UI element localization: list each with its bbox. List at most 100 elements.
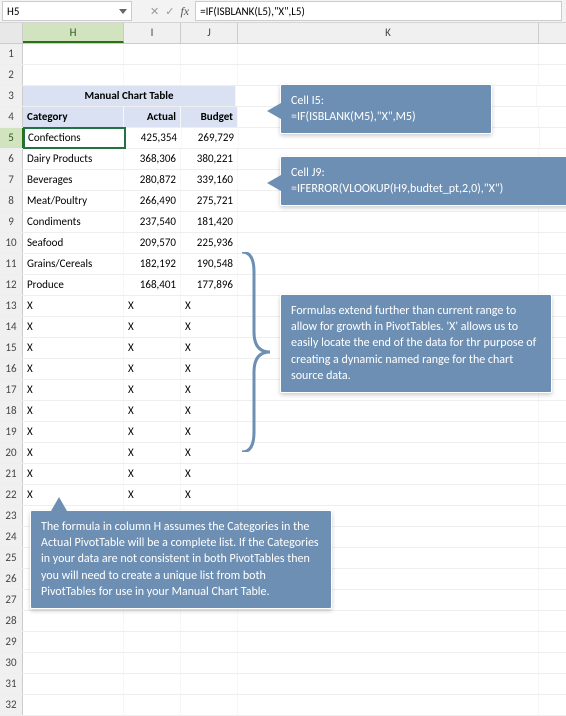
cell[interactable] [181, 674, 238, 694]
cell[interactable]: X [124, 296, 181, 316]
cell[interactable] [238, 632, 539, 652]
cell[interactable] [124, 674, 181, 694]
cell[interactable]: 168,401 [124, 275, 181, 295]
cell[interactable]: X [23, 338, 124, 358]
table-row[interactable]: 29 [0, 632, 566, 653]
cell[interactable] [124, 632, 181, 652]
cell[interactable]: 181,420 [181, 212, 238, 232]
row-header[interactable]: 5 [0, 128, 24, 148]
cancel-icon[interactable]: ✕ [150, 5, 159, 18]
cell[interactable]: X [181, 296, 238, 316]
row-header[interactable]: 24 [0, 527, 23, 547]
cell[interactable] [238, 65, 539, 85]
table-row[interactable]: 12Produce168,401177,896 [0, 275, 566, 296]
cell[interactable]: X [124, 380, 181, 400]
cell[interactable]: X [181, 380, 238, 400]
row-header[interactable]: 13 [0, 296, 23, 316]
cell[interactable]: X [23, 422, 124, 442]
name-box[interactable]: H5 [2, 1, 132, 21]
cell[interactable]: X [124, 443, 181, 463]
cell[interactable] [124, 653, 181, 673]
cell[interactable]: X [124, 317, 181, 337]
table-row[interactable]: 10Seafood209,570225,936 [0, 233, 566, 254]
cell[interactable] [124, 611, 181, 631]
table-row[interactable]: 28 [0, 611, 566, 632]
row-header[interactable]: 29 [0, 632, 23, 652]
cell[interactable]: Budget [181, 107, 238, 127]
cell[interactable]: 275,721 [181, 191, 238, 211]
cell[interactable]: X [23, 485, 124, 505]
chevron-down-icon[interactable] [119, 9, 127, 14]
row-header[interactable]: 2 [0, 65, 23, 85]
table-row[interactable]: 9Condiments237,540181,420 [0, 212, 566, 233]
cell[interactable]: X [23, 359, 124, 379]
cell[interactable]: X [23, 296, 124, 316]
cell[interactable]: Beverages [23, 170, 124, 190]
row-header[interactable]: 16 [0, 359, 23, 379]
cell[interactable]: X [181, 317, 238, 337]
cell[interactable]: Meat/Poultry [23, 191, 124, 211]
table-row[interactable]: 30 [0, 653, 566, 674]
cell[interactable]: 209,570 [124, 233, 181, 253]
cell[interactable] [23, 653, 124, 673]
cell[interactable]: X [124, 422, 181, 442]
cell[interactable]: X [124, 338, 181, 358]
cell[interactable]: 225,936 [181, 233, 238, 253]
cell[interactable] [181, 653, 238, 673]
cell[interactable]: X [124, 464, 181, 484]
col-header-J[interactable]: J [181, 23, 238, 43]
col-header-K[interactable]: K [238, 23, 539, 43]
table-row[interactable]: 20XXX [0, 443, 566, 464]
cell[interactable] [23, 44, 124, 64]
row-header[interactable]: 17 [0, 380, 23, 400]
cell[interactable] [238, 212, 539, 232]
cell[interactable]: X [124, 401, 181, 421]
cell[interactable]: 380,221 [181, 149, 238, 169]
row-header[interactable]: 27 [0, 590, 23, 610]
table-row[interactable]: 18XXX [0, 401, 566, 422]
row-header[interactable]: 26 [0, 569, 23, 589]
cell[interactable] [124, 65, 181, 85]
table-row[interactable]: 2 [0, 65, 566, 86]
row-header[interactable]: 31 [0, 674, 23, 694]
cell[interactable]: 190,548 [181, 254, 238, 274]
cell[interactable] [238, 611, 539, 631]
cell[interactable]: 237,540 [124, 212, 181, 232]
table-row[interactable]: 31 [0, 674, 566, 695]
cell[interactable] [238, 443, 539, 463]
row-header[interactable]: 7 [0, 170, 23, 190]
row-header[interactable]: 10 [0, 233, 23, 253]
row-header[interactable]: 4 [0, 107, 23, 127]
cell[interactable]: 269,729 [182, 128, 239, 148]
cell[interactable] [238, 485, 539, 505]
cell[interactable]: 280,872 [124, 170, 181, 190]
cell[interactable]: X [181, 464, 238, 484]
row-header[interactable]: 21 [0, 464, 23, 484]
cell[interactable] [124, 695, 181, 715]
cell[interactable] [238, 653, 539, 673]
row-header[interactable]: 9 [0, 212, 23, 232]
cell[interactable]: X [181, 359, 238, 379]
cell[interactable]: X [181, 338, 238, 358]
cell[interactable]: Seafood [23, 233, 124, 253]
row-header[interactable]: 23 [0, 506, 23, 526]
cell[interactable]: X [124, 485, 181, 505]
row-header[interactable]: 25 [0, 548, 23, 568]
row-header[interactable]: 6 [0, 149, 23, 169]
cell[interactable] [238, 254, 539, 274]
cell[interactable]: X [181, 401, 238, 421]
cell[interactable]: Dairy Products [23, 149, 124, 169]
cell[interactable]: 182,192 [124, 254, 181, 274]
cell[interactable]: 425,354 [125, 128, 182, 148]
cell[interactable]: X [23, 380, 124, 400]
col-header-I[interactable]: I [124, 23, 181, 43]
cell[interactable]: Category [23, 107, 124, 127]
table-row[interactable]: 1 [0, 44, 566, 65]
cell[interactable]: X [23, 443, 124, 463]
cell[interactable] [181, 611, 238, 631]
fx-icon[interactable]: fx [180, 4, 189, 19]
row-header[interactable]: 22 [0, 485, 23, 505]
cell[interactable] [238, 695, 539, 715]
cell[interactable] [238, 44, 539, 64]
cell[interactable] [124, 44, 181, 64]
